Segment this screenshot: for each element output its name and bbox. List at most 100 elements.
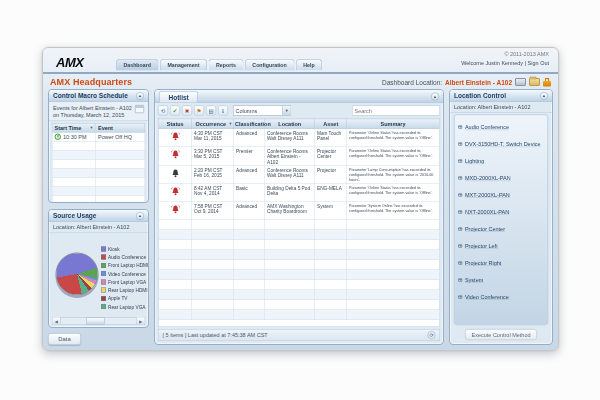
lock-icon[interactable] <box>543 78 551 87</box>
collapse-icon[interactable]: ▲ <box>431 93 439 101</box>
list-item[interactable]: ⊕Video Conference <box>458 288 545 305</box>
expand-plus-icon: ⊕ <box>458 208 463 215</box>
hotlist-toolbar: ⟲ ✔ ✖ ⚑ ▤ ⇓ Columns ▼ <box>155 103 443 118</box>
list-item[interactable]: ⊕System <box>458 271 545 288</box>
expand-plus-icon: ⊕ <box>458 123 463 130</box>
expand-plus-icon: ⊕ <box>458 140 463 147</box>
data-button[interactable]: Data <box>48 333 81 345</box>
main-nav: Dashboard Management Reports Configurati… <box>116 59 322 71</box>
col-occurrence[interactable]: Occurrence ▼ <box>192 119 234 129</box>
expand-plus-icon: ⊕ <box>458 191 463 198</box>
scroll-right-icon[interactable]: ▶ <box>137 318 145 325</box>
location-control-panel: Location Control ▲ Location: Albert Eins… <box>449 89 553 345</box>
tab-help[interactable]: Help <box>296 59 322 71</box>
alert-bell-icon <box>170 132 180 142</box>
folder-icon[interactable] <box>529 78 540 86</box>
col-status[interactable]: Status <box>159 119 192 129</box>
search-input[interactable] <box>352 106 440 116</box>
col-event[interactable]: Event <box>96 123 145 132</box>
hotlist-row[interactable]: 4:30 PM CSTMar 11, 2015 Advanced Confere… <box>159 129 440 147</box>
dashboard-location-value[interactable]: Albert Einstein - A102 <box>445 78 512 86</box>
list-item[interactable]: ⊕MXD-2000XL-PAN <box>458 169 545 186</box>
col-location[interactable]: Location <box>265 119 315 129</box>
list-item[interactable]: ⊕NXT-2000XL-PAN <box>458 203 545 220</box>
col-classification[interactable]: Classification <box>234 119 265 129</box>
chevron-down-icon: ▼ <box>283 106 291 115</box>
macro-row[interactable]: 10:30 PM Power Off HQ <box>52 132 145 141</box>
details-icon[interactable]: ▤ <box>206 106 216 116</box>
control-macro-schedule-header: Control Macro Schedule ▲ <box>49 90 148 102</box>
hotlist-row[interactable]: 8:42 AM CSTNov 4, 2014 Basic Building De… <box>159 184 440 202</box>
tab-configuration[interactable]: Configuration <box>245 59 294 71</box>
expand-plus-icon: ⊕ <box>458 293 463 300</box>
chart-legend: Kiosk Audio Conference Front Laptop HDMI… <box>101 245 148 311</box>
hotlist-header: Hotlist ▲ <box>155 90 443 103</box>
welcome-row: Welcome Justin Kennedy | Sign Out <box>461 60 549 66</box>
dashboard-location: Dashboard Location: Albert Einstein - A1… <box>382 78 551 87</box>
horizontal-scrollbar[interactable]: ◀ ▶ <box>52 317 145 325</box>
tab-management[interactable]: Management <box>160 59 207 71</box>
copyright-text: © 2011-2013 AMX <box>504 51 549 57</box>
page-title: AMX Headquarters <box>50 77 132 88</box>
calendar-icon[interactable] <box>135 105 144 113</box>
collapse-icon[interactable]: ▲ <box>540 92 548 100</box>
nav-divider <box>43 72 558 74</box>
location-control-header: Location Control ▲ <box>450 90 552 102</box>
col-start-time[interactable]: Start Time▼ <box>52 123 95 132</box>
source-usage-header: Source Usage ▲ <box>49 210 148 222</box>
hotlist-panel: Hotlist ▲ ⟲ ✔ ✖ ⚑ ▤ ⇓ Columns ▼ <box>154 89 444 345</box>
scrollbar-thumb[interactable] <box>86 318 104 325</box>
expand-plus-icon: ⊕ <box>458 157 463 164</box>
list-item[interactable]: ⊕Audio Conference <box>458 118 545 135</box>
collapse-icon[interactable]: ▲ <box>136 92 144 100</box>
hotlist-row[interactable]: 2:20 PM CSTFeb 16, 2015 Advanced Confere… <box>159 166 440 184</box>
expand-plus-icon: ⊕ <box>458 276 463 283</box>
welcome-text: Welcome Justin Kennedy <box>461 60 523 66</box>
control-macro-schedule-panel: Control Macro Schedule ▲ Events for Albe… <box>48 89 149 203</box>
list-item[interactable]: ⊕Projector Left <box>458 237 545 254</box>
export-icon[interactable]: ⇓ <box>218 106 228 116</box>
refresh-icon[interactable]: ⟳ <box>428 331 436 339</box>
hotlist-status-bar: [ 5 items ] Last updated at 7:45:38 AM C… <box>158 329 440 341</box>
source-usage-chart: Kiosk Audio Conference Front Laptop HDMI… <box>49 233 148 328</box>
display-icon[interactable] <box>515 78 526 86</box>
hotlist-row[interactable]: 7:58 PM CSTOct 9, 2014 Advanced AMX Wash… <box>159 202 440 220</box>
list-item[interactable]: ⊕Projector Right <box>458 254 545 271</box>
tab-dashboard[interactable]: Dashboard <box>116 59 158 71</box>
list-item[interactable]: ⊕MXT-2000XL-PAN <box>458 186 545 203</box>
hotlist-tab[interactable]: Hotlist <box>159 91 198 103</box>
hotlist-table: Status Occurrence ▼ Classification Locat… <box>159 119 440 321</box>
acknowledge-icon[interactable]: ✔ <box>170 106 180 116</box>
alert-bell-dark-icon <box>170 169 180 179</box>
col-asset[interactable]: Asset <box>315 119 347 129</box>
execute-control-method-button[interactable]: Execute Control Method <box>465 329 537 340</box>
list-item[interactable]: ⊕Lighting <box>458 152 545 169</box>
flag-icon[interactable]: ⚑ <box>194 106 204 116</box>
hotlist-table-wrap: Status Occurrence ▼ Classification Locat… <box>158 118 440 327</box>
expand-plus-icon: ⊕ <box>458 225 463 232</box>
amx-logo: AMX <box>56 55 83 71</box>
location-control-location: Location: Albert Einstein - A102 <box>450 102 552 113</box>
pie-chart <box>56 253 99 296</box>
location-control-list: ⊕Audio Conference ⊕DVX-3150HD-T, Switch … <box>454 115 548 326</box>
macro-schedule-table: Start Time▼ Event 10:30 PM Power Off HQ <box>52 123 145 203</box>
clock-icon <box>55 134 62 141</box>
app-window: © 2011-2013 AMX AMX Dashboard Management… <box>42 47 559 351</box>
collapse-icon[interactable]: ▲ <box>136 212 144 220</box>
scroll-left-icon[interactable]: ◀ <box>53 318 61 325</box>
list-item[interactable]: ⊕DVX-3150HD-T, Switch Device <box>458 135 545 152</box>
sort-icon: ▼ <box>229 121 233 126</box>
list-item[interactable]: ⊕Projector Center <box>458 220 545 237</box>
hotlist-row[interactable]: 3:30 PM CSTMar 5, 2015 Premier Conferenc… <box>159 147 440 166</box>
expand-plus-icon: ⊕ <box>458 174 463 181</box>
sign-out-link[interactable]: Sign Out <box>528 60 549 66</box>
refresh-icon[interactable]: ⟲ <box>158 106 168 116</box>
col-summary[interactable]: Summary <box>347 119 440 129</box>
alert-bell-icon <box>170 187 180 197</box>
delete-icon[interactable]: ✖ <box>182 106 192 116</box>
columns-dropdown[interactable]: Columns ▼ <box>233 106 291 116</box>
tab-reports[interactable]: Reports <box>209 59 244 71</box>
alert-bell-icon <box>170 150 180 160</box>
usage-location: Location: Albert Einstein - A102 <box>49 222 148 233</box>
macro-info: Events for Albert Einstein - A102 on Thu… <box>49 102 148 121</box>
